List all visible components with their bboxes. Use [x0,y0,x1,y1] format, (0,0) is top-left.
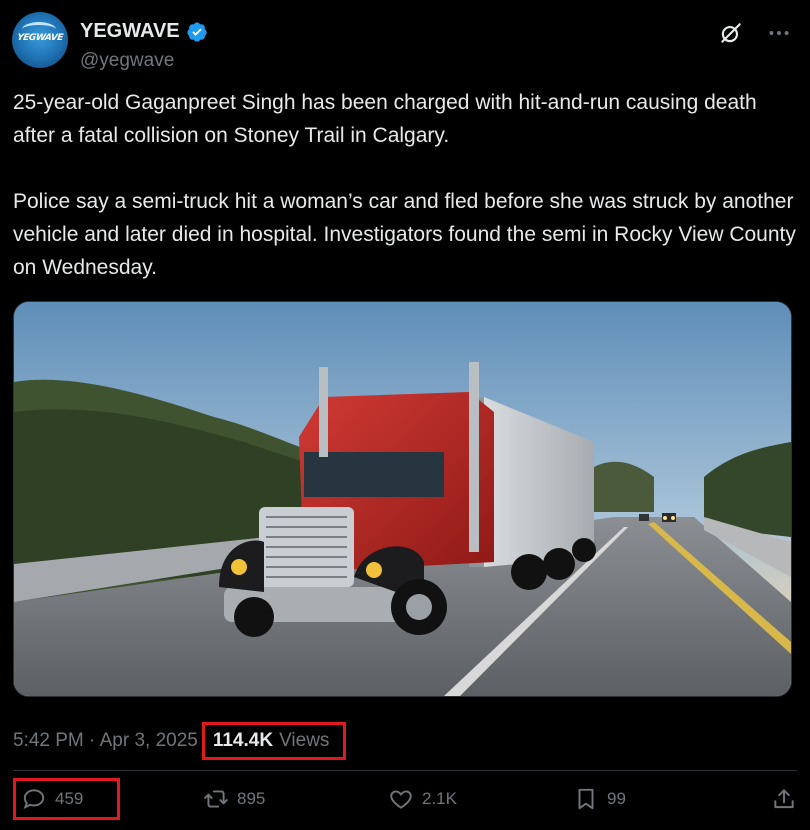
tweet-meta: 5:42 PM · Apr 3, 2025 114.4K Views [13,722,347,760]
avatar-logo-text: YEGWAVE [16,33,64,43]
retweet-icon [204,790,228,808]
grok-icon[interactable] [718,20,744,46]
tweet-text: 25-year-old Gaganpreet Singh has been ch… [13,91,796,279]
like-button[interactable]: 2.1K [388,778,457,820]
semi-truck-highway-image [14,302,791,696]
timestamp[interactable]: 5:42 PM · Apr 3, 2025 [13,730,198,752]
top-actions [718,20,792,46]
divider [13,770,797,771]
tweet-header: YEGWAVE YEGWAVE @yegwave [12,12,798,71]
tweet-photo[interactable] [13,301,792,697]
bookmark-button[interactable]: 99 [573,778,626,820]
verified-badge-icon [187,21,207,42]
share-icon [774,789,794,809]
retweet-count: 895 [237,789,266,808]
reply-count: 459 [55,789,84,808]
handle[interactable]: @yegwave [80,50,174,72]
heart-icon [390,790,412,809]
reply-icon [23,789,45,810]
bookmark-icon [578,788,594,810]
views-label: Views [279,730,330,751]
views-count: 114.4K [212,730,274,751]
bookmark-count: 99 [607,789,626,808]
views-highlight-box[interactable]: 114.4K Views [201,722,347,760]
more-icon[interactable] [766,20,792,46]
display-name[interactable]: YEGWAVE [80,20,180,43]
name-row: YEGWAVE [80,20,208,43]
like-count: 2.1K [422,789,457,808]
action-bar: 459 895 2.1K 99 [13,778,797,820]
reply-button[interactable]: 459 [13,778,121,820]
avatar[interactable]: YEGWAVE [12,12,68,68]
retweet-button[interactable]: 895 [203,778,265,820]
share-button[interactable] [771,778,797,820]
